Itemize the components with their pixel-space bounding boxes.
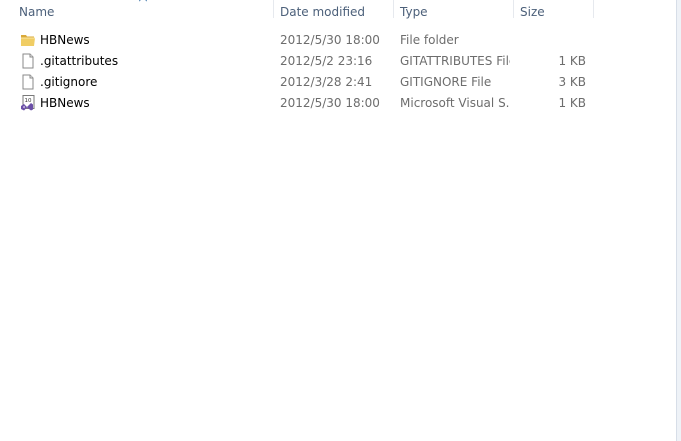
sort-ascending-icon: [138, 0, 148, 3]
file-type: GITIGNORE File: [400, 75, 492, 89]
column-header-name[interactable]: Name: [13, 0, 273, 22]
list-item[interactable]: 10 HBNews 2012/5/30 18:00 Microsoft Visu…: [0, 93, 600, 114]
file-date-modified: 2012/3/28 2:41: [280, 75, 373, 89]
file-size: 1 KB: [558, 54, 586, 68]
list-item[interactable]: .gitignore 2012/3/28 2:41 GITIGNORE File…: [0, 72, 600, 93]
file-date-modified: 2012/5/2 23:16: [280, 54, 373, 68]
file-size: [520, 30, 586, 51]
visual-studio-solution-icon: 10: [20, 95, 36, 111]
svg-text:10: 10: [25, 98, 32, 104]
file-list-pane: Name Date modified Type Size HBNews 2012…: [0, 0, 681, 441]
file-type: File folder: [400, 33, 459, 47]
list-item[interactable]: .gitattributes 2012/5/2 23:16 GITATTRIBU…: [0, 51, 600, 72]
file-name: .gitignore: [40, 75, 98, 89]
file-type: Microsoft Visual S...: [400, 96, 510, 110]
file-type: GITATTRIBUTES File: [400, 54, 510, 68]
file-name: HBNews: [40, 33, 90, 47]
folder-icon: [20, 32, 36, 48]
list-item[interactable]: HBNews 2012/5/30 18:00 File folder: [0, 30, 600, 51]
file-date-modified: 2012/5/30 18:00: [280, 96, 380, 110]
column-header-date-modified[interactable]: Date modified: [274, 0, 393, 22]
file-date-modified: 2012/5/30 18:00: [280, 33, 380, 47]
column-header-type[interactable]: Type: [394, 0, 513, 22]
window-right-border: [676, 0, 681, 441]
column-header-bar: Name Date modified Type Size: [0, 0, 681, 26]
file-size: 1 KB: [558, 96, 586, 110]
column-header-size[interactable]: Size: [514, 0, 593, 22]
file-icon: [20, 53, 36, 69]
column-divider[interactable]: [593, 0, 594, 18]
file-icon: [20, 74, 36, 90]
file-name: .gitattributes: [40, 54, 119, 68]
file-name: HBNews: [40, 96, 90, 110]
file-size: 3 KB: [558, 75, 586, 89]
